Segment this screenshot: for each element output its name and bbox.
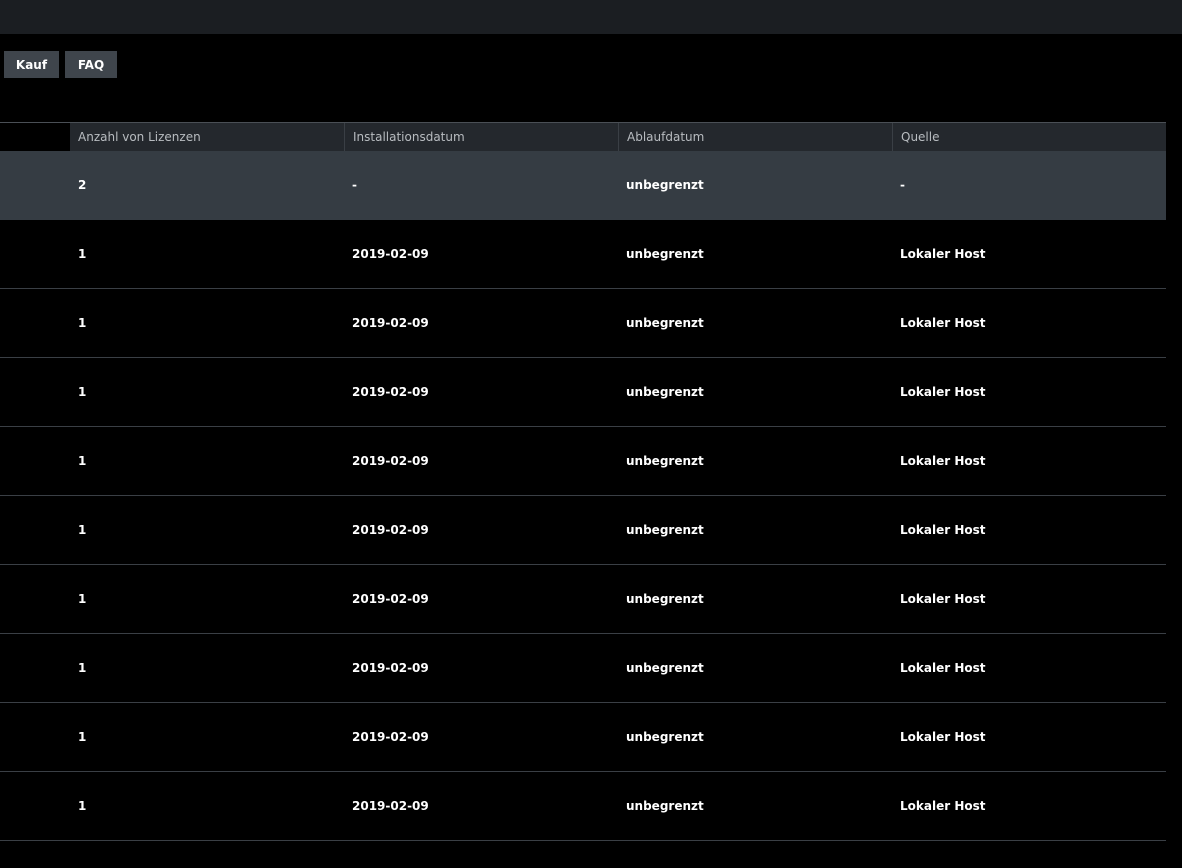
expiration-date-cell: unbegrenzt — [626, 730, 704, 744]
expiration-date-cell: unbegrenzt — [626, 454, 704, 468]
table-body: 2 - unbegrenzt - 1 2019-02-09 unbegrenzt Lokale… — [0, 151, 1166, 841]
table-row[interactable]: 1 2019-02-09 unbegrenzt Lokaler Host — [0, 565, 1166, 634]
license-count-cell: 1 — [78, 730, 87, 744]
table-header: Anzahl von Lizenzen Installationsdatum A… — [0, 122, 1166, 151]
source-cell: Lokaler Host — [900, 316, 986, 330]
column-header-license-count[interactable]: Anzahl von Lizenzen — [70, 123, 344, 151]
table-row[interactable]: 1 2019-02-09 unbegrenzt Lokaler Host — [0, 496, 1166, 565]
expiration-date-cell: unbegrenzt — [626, 799, 704, 813]
license-count-cell: 1 — [78, 316, 87, 330]
source-cell: Lokaler Host — [900, 730, 986, 744]
source-cell: Lokaler Host — [900, 592, 986, 606]
table-row[interactable]: 2 - unbegrenzt - — [0, 151, 1166, 220]
expiration-date-cell: unbegrenzt — [626, 247, 704, 261]
table-row[interactable]: 1 2019-02-09 unbegrenzt Lokaler Host — [0, 634, 1166, 703]
table-row[interactable]: 1 2019-02-09 unbegrenzt Lokaler Host — [0, 427, 1166, 496]
kauf-button[interactable]: Kauf — [4, 51, 59, 78]
table-row[interactable]: 1 2019-02-09 unbegrenzt Lokaler Host — [0, 703, 1166, 772]
installation-date-cell: 2019-02-09 — [352, 523, 429, 537]
expiration-date-cell: unbegrenzt — [626, 385, 704, 399]
license-count-cell: 1 — [78, 385, 87, 399]
license-table: Anzahl von Lizenzen Installationsdatum A… — [0, 122, 1166, 841]
expiration-date-cell: unbegrenzt — [626, 661, 704, 675]
column-header-source[interactable]: Quelle — [892, 123, 1166, 151]
table-row[interactable]: 1 2019-02-09 unbegrenzt Lokaler Host — [0, 220, 1166, 289]
source-cell: Lokaler Host — [900, 385, 986, 399]
installation-date-cell: - — [352, 178, 357, 192]
license-count-cell: 1 — [78, 247, 87, 261]
installation-date-cell: 2019-02-09 — [352, 316, 429, 330]
table-row[interactable]: 1 2019-02-09 unbegrenzt Lokaler Host — [0, 358, 1166, 427]
faq-button[interactable]: FAQ — [65, 51, 117, 78]
expiration-date-cell: unbegrenzt — [626, 316, 704, 330]
expiration-date-cell: unbegrenzt — [626, 523, 704, 537]
installation-date-cell: 2019-02-09 — [352, 247, 429, 261]
source-cell: - — [900, 178, 905, 192]
license-count-cell: 1 — [78, 661, 87, 675]
table-row[interactable]: 1 2019-02-09 unbegrenzt Lokaler Host — [0, 772, 1166, 841]
license-count-cell: 1 — [78, 523, 87, 537]
source-cell: Lokaler Host — [900, 661, 986, 675]
installation-date-cell: 2019-02-09 — [352, 799, 429, 813]
top-bar — [0, 0, 1182, 34]
installation-date-cell: 2019-02-09 — [352, 454, 429, 468]
source-cell: Lokaler Host — [900, 247, 986, 261]
installation-date-cell: 2019-02-09 — [352, 730, 429, 744]
license-count-cell: 2 — [78, 178, 87, 192]
table-row[interactable]: 1 2019-02-09 unbegrenzt Lokaler Host — [0, 289, 1166, 358]
source-cell: Lokaler Host — [900, 454, 986, 468]
toolbar: Kauf FAQ — [4, 51, 117, 78]
installation-date-cell: 2019-02-09 — [352, 385, 429, 399]
installation-date-cell: 2019-02-09 — [352, 592, 429, 606]
column-header-installation-date[interactable]: Installationsdatum — [344, 123, 618, 151]
column-header-expiration-date[interactable]: Ablaufdatum — [618, 123, 892, 151]
source-cell: Lokaler Host — [900, 523, 986, 537]
license-count-cell: 1 — [78, 454, 87, 468]
license-count-cell: 1 — [78, 799, 87, 813]
expiration-date-cell: unbegrenzt — [626, 178, 704, 192]
installation-date-cell: 2019-02-09 — [352, 661, 429, 675]
expiration-date-cell: unbegrenzt — [626, 592, 704, 606]
license-count-cell: 1 — [78, 592, 87, 606]
source-cell: Lokaler Host — [900, 799, 986, 813]
